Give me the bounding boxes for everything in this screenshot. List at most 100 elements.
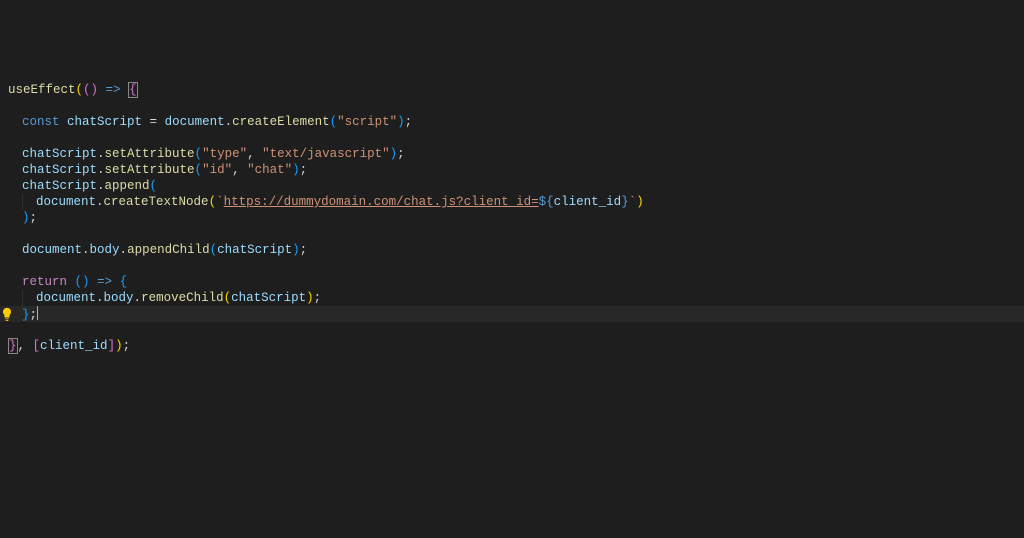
code-token: . [97,163,105,177]
code-line[interactable]: document.body.removeChild(chatScript); [8,290,1024,306]
matched-bracket: } [8,338,18,354]
code-token: . [96,195,104,209]
code-token: body [104,291,134,305]
code-line[interactable]: }, [client_id]); [8,338,1024,354]
code-token: "type" [202,147,247,161]
code-token: ) [22,211,30,225]
editor-content[interactable]: useEffect(() => { const chatScript = doc… [8,82,1024,354]
code-token: "text/javascript" [262,147,390,161]
code-token: "script" [337,115,397,129]
code-token: ) [306,291,314,305]
code-token: setAttribute [105,163,195,177]
code-token: ) [636,195,644,209]
code-token: ) [292,243,300,257]
code-line[interactable]: document.createTextNode(`https://dummydo… [8,194,1024,210]
code-token: () [75,275,90,289]
code-token: ; [405,115,413,129]
code-token: . [96,291,104,305]
code-token: document [36,195,96,209]
code-line[interactable]: ); [8,210,1024,226]
code-token: ( [76,83,84,97]
code-token: } [22,308,30,322]
code-token: ; [300,163,308,177]
code-token: ) [292,163,300,177]
code-token: ( [195,147,203,161]
code-token: ${ [539,195,554,209]
code-token: , [247,147,262,161]
code-token: ) [115,339,123,353]
code-line[interactable]: const chatScript = document.createElemen… [8,114,1024,130]
code-token: ; [123,339,131,353]
code-token: [ [33,339,41,353]
code-token: append [105,179,150,193]
code-token: chatScript [22,163,97,177]
code-token: . [82,243,90,257]
code-line[interactable] [8,130,1024,146]
code-token: ; [300,243,308,257]
code-token: => [90,275,120,289]
code-token: document [22,243,82,257]
code-token: chatScript [22,147,97,161]
code-token: const [22,115,60,129]
code-token: , [18,339,33,353]
code-token: appendChild [127,243,210,257]
code-token: "chat" [247,163,292,177]
code-token: ; [30,308,38,322]
code-line[interactable] [8,258,1024,274]
code-token: client_id [40,339,108,353]
code-token: ( [210,243,218,257]
code-token: ) [390,147,398,161]
code-token: ( [209,195,217,209]
code-token: chatScript [217,243,292,257]
code-token: ( [195,163,203,177]
code-line[interactable]: chatScript.append( [8,178,1024,194]
code-line[interactable] [8,322,1024,338]
code-token: . [225,115,233,129]
text-cursor [37,306,38,320]
code-token: ; [30,211,38,225]
code-line[interactable] [8,226,1024,242]
code-token: setAttribute [105,147,195,161]
code-token: ( [224,291,232,305]
code-token: ` [216,195,224,209]
code-token: ; [397,147,405,161]
code-token: chatScript [22,179,97,193]
code-line[interactable]: chatScript.setAttribute("type", "text/ja… [8,146,1024,162]
code-token: chatScript [67,115,142,129]
code-token: createTextNode [104,195,209,209]
code-token: removeChild [141,291,224,305]
code-token: document [36,291,96,305]
code-token: () [83,83,98,97]
code-token: . [97,147,105,161]
code-token: . [134,291,142,305]
code-line[interactable] [8,98,1024,114]
code-token: client_id [554,195,622,209]
code-token: ) [397,115,405,129]
code-token: "id" [202,163,232,177]
code-token: createElement [232,115,330,129]
code-token: } [621,195,629,209]
code-token: = [142,115,165,129]
code-editor[interactable]: useEffect(() => { const chatScript = doc… [0,0,1024,538]
code-token: , [232,163,247,177]
code-line[interactable]: useEffect(() => { [8,82,1024,98]
code-token: ( [330,115,338,129]
code-token: ; [314,291,322,305]
code-token: https://dummydomain.com/chat.js?client_i… [224,195,539,209]
code-token: . [120,243,128,257]
code-token: document [165,115,225,129]
code-line[interactable]: document.body.appendChild(chatScript); [8,242,1024,258]
code-line[interactable]: }; [8,306,1024,322]
code-line[interactable]: chatScript.setAttribute("id", "chat"); [8,162,1024,178]
code-line[interactable]: return () => { [8,274,1024,290]
code-token: ] [108,339,116,353]
code-token: ( [150,179,158,193]
code-token: body [90,243,120,257]
lightbulb-icon[interactable] [0,307,14,321]
code-token: => [98,83,128,97]
code-token: return [22,275,67,289]
code-token: . [97,179,105,193]
code-token: chatScript [231,291,306,305]
code-token: { [120,275,128,289]
matched-bracket: { [128,82,138,98]
